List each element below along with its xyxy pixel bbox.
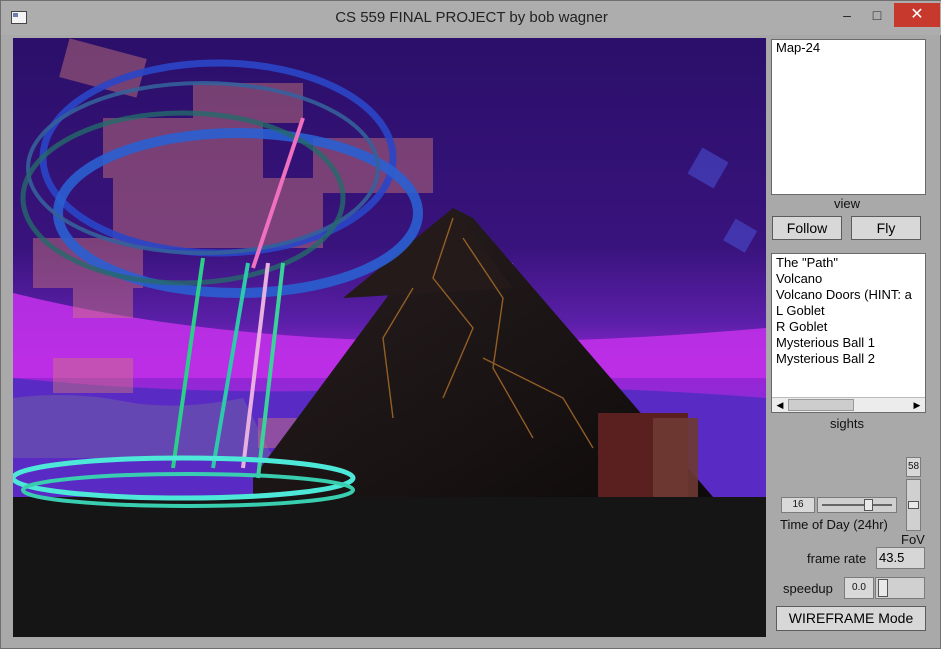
app-window: CS 559 FINAL PROJECT by bob wagner – □ ✕ [0, 0, 941, 649]
scroll-left-icon[interactable]: ◀ [773, 398, 787, 412]
fly-button[interactable]: Fly [851, 216, 921, 240]
list-item[interactable]: The "Path" [772, 255, 925, 271]
list-item[interactable]: R Goblet [772, 319, 925, 335]
time-of-day-value[interactable]: 16 [781, 497, 815, 513]
time-of-day-slider-thumb[interactable] [863, 499, 873, 511]
time-of-day-slider-track[interactable] [817, 497, 897, 513]
close-button[interactable]: ✕ [894, 3, 940, 27]
speedup-value[interactable]: 0.0 [844, 577, 874, 599]
speedup-slider-track[interactable] [875, 577, 925, 599]
wireframe-mode-button[interactable]: WIREFRAME Mode [776, 606, 926, 631]
list-item[interactable]: Volcano [772, 271, 925, 287]
list-item[interactable]: L Goblet [772, 303, 925, 319]
fov-slider-track[interactable] [906, 479, 921, 531]
sights-horizontal-scrollbar[interactable]: ◀ ▶ [772, 397, 925, 412]
list-item[interactable]: Map-24 [772, 40, 925, 56]
scroll-right-icon[interactable]: ▶ [910, 398, 924, 412]
frame-rate-label: frame rate [807, 551, 867, 566]
sights-list[interactable]: The "Path" Volcano Volcano Doors (HINT: … [771, 253, 926, 413]
follow-button[interactable]: Follow [772, 216, 842, 240]
sights-label: sights [830, 416, 864, 431]
frame-rate-value: 43.5 [876, 547, 925, 569]
fov-value[interactable]: 58 [906, 457, 921, 477]
window-title: CS 559 FINAL PROJECT by bob wagner [335, 9, 608, 26]
scene-render [13, 38, 766, 637]
list-item[interactable]: Mysterious Ball 2 [772, 351, 925, 367]
fov-label: FoV [901, 532, 925, 547]
speedup-slider-thumb[interactable] [878, 579, 888, 597]
title-bar[interactable]: CS 559 FINAL PROJECT by bob wagner – □ ✕ [1, 1, 941, 35]
maximize-button[interactable]: □ [863, 3, 891, 27]
list-item[interactable]: Mysterious Ball 1 [772, 335, 925, 351]
time-of-day-label: Time of Day (24hr) [780, 517, 888, 532]
list-item[interactable]: Volcano Doors (HINT: a [772, 287, 925, 303]
view-list[interactable]: Map-24 [771, 39, 926, 195]
fov-slider-thumb[interactable] [908, 501, 919, 509]
minimize-button[interactable]: – [833, 3, 861, 27]
speedup-label: speedup [783, 581, 833, 596]
view-label: view [834, 196, 861, 211]
scrollbar-thumb[interactable] [788, 399, 854, 411]
3d-viewport[interactable] [13, 38, 766, 637]
